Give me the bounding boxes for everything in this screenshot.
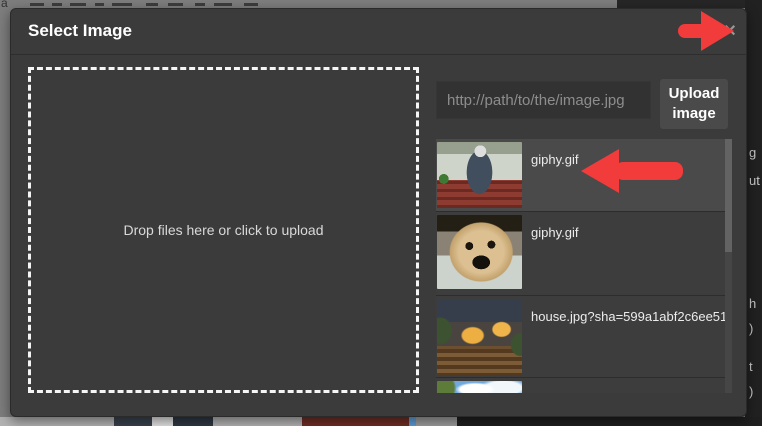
clipped-text-fragment — [146, 3, 158, 6]
clipped-text-fragment — [52, 3, 62, 6]
image-url-input[interactable] — [436, 81, 651, 119]
clipped-text-fragment: ) — [749, 321, 754, 336]
clipped-text-fragment — [112, 3, 132, 6]
image-thumbnail — [437, 299, 522, 375]
backdrop-letter: a — [1, 0, 8, 10]
photo-fragment — [416, 417, 457, 426]
clipped-text-fragment — [214, 3, 232, 6]
clipped-text-fragment: h — [749, 296, 757, 311]
image-filename: giphy.gif — [531, 225, 579, 240]
clipped-text-fragment: g — [749, 145, 757, 160]
file-dropzone[interactable]: Drop files here or click to upload — [28, 67, 419, 393]
clipped-text-fragment: ) — [749, 384, 754, 399]
modal-title: Select Image — [28, 21, 132, 40]
clipped-text-fragment: ut — [749, 173, 760, 188]
image-filename: house.jpg?sha=67c79177c0b14b11 — [531, 391, 732, 393]
photo-fragment — [114, 417, 152, 426]
scrollbar-thumb[interactable] — [725, 139, 732, 252]
image-filename: giphy.gif — [531, 152, 579, 167]
photo-fragment — [152, 417, 173, 426]
backdrop-dark-block — [617, 0, 762, 8]
clipped-text-fragment — [95, 3, 104, 6]
photo-fragment — [173, 417, 213, 426]
backdrop-bottom-photo — [0, 417, 762, 426]
select-image-modal: Select Image ✕ Drop files here or click … — [10, 8, 747, 417]
image-filename: house.jpg?sha=599a1abf2c6ee516 — [531, 309, 732, 324]
modal-header: Select Image ✕ — [11, 9, 746, 55]
clipped-text-fragment — [168, 3, 183, 6]
arrow-tail — [678, 24, 710, 38]
clipped-text-fragment — [70, 3, 86, 6]
screen: a g ut h ) t ) Select Image ✕ Drop files… — [0, 0, 762, 426]
clipped-text-fragment — [30, 3, 44, 6]
dropzone-label: Drop files here or click to upload — [123, 222, 324, 238]
image-thumbnail — [437, 142, 522, 208]
clipped-text-fragment — [195, 3, 205, 6]
list-item-giphy-1[interactable]: giphy.gif — [436, 139, 732, 211]
upload-image-button[interactable]: Upload image — [660, 79, 728, 129]
scrollbar-track[interactable] — [725, 139, 732, 393]
backdrop-right-strip — [745, 0, 762, 426]
list-item-house[interactable]: house.jpg?sha=599a1abf2c6ee516 — [436, 295, 732, 377]
photo-fragment — [302, 417, 409, 426]
image-thumbnail — [437, 381, 522, 393]
list-item-landscape[interactable]: house.jpg?sha=67c79177c0b14b11 — [436, 377, 732, 393]
list-item-giphy-2[interactable]: giphy.gif — [436, 211, 732, 295]
image-list: giphy.gif giphy.gif house.jpg?sha=599a1a… — [436, 139, 732, 393]
clipped-text-fragment: t — [749, 359, 753, 374]
clipped-text-fragment — [244, 3, 258, 6]
close-button[interactable]: ✕ — [720, 22, 740, 42]
scrollbar-fragment — [409, 417, 416, 426]
image-thumbnail — [437, 215, 522, 289]
